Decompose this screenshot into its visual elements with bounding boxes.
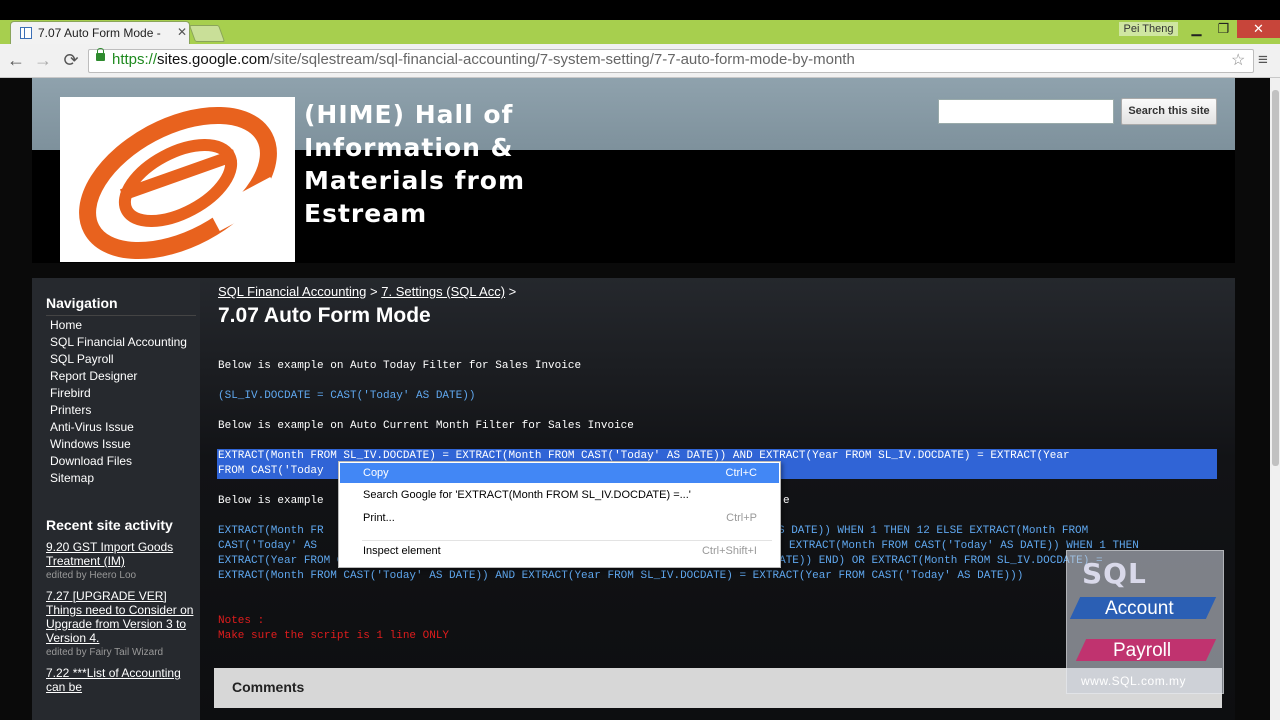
nav-item-report-designer[interactable]: Report Designer	[50, 369, 190, 383]
context-menu-inspect[interactable]: Inspect element Ctrl+Shift+I	[340, 541, 779, 561]
menu-item-shortcut: Ctrl+P	[726, 512, 757, 524]
browser-menu-icon[interactable]: ≡	[1258, 50, 1268, 70]
back-icon[interactable]: ←	[5, 50, 27, 70]
nav-item-firebird[interactable]: Firebird	[50, 386, 190, 400]
comments-heading[interactable]: Comments	[232, 679, 304, 695]
nav-item-download-files[interactable]: Download Files	[50, 454, 190, 468]
user-profile-badge[interactable]: Pei Theng	[1119, 22, 1178, 36]
context-menu-copy[interactable]: Copy Ctrl+C	[340, 463, 779, 483]
nav-item-home[interactable]: Home	[50, 318, 190, 332]
watermark-url: www.SQL.com.my	[1081, 674, 1187, 688]
code-snippet: CAST('Today' AS	[218, 540, 318, 552]
selected-code-snippet: FROM CAST('Today	[218, 465, 324, 477]
menu-item-label: Inspect element	[363, 545, 441, 557]
tab-title: 7.07 Auto Form Mode - (H	[38, 26, 163, 40]
nav-item-printers[interactable]: Printers	[50, 403, 190, 417]
restore-icon[interactable]: ❐	[1210, 20, 1237, 38]
code-snippet: (SL_IV.DOCDATE = CAST('Today' AS DATE))	[218, 390, 476, 402]
recent-activity-editor: edited by Heero Loo	[46, 570, 137, 581]
minimize-icon[interactable]: ▁	[1183, 20, 1210, 38]
example-text: Below is example on Auto Today Filter fo…	[218, 360, 582, 372]
recent-activity-link[interactable]: 9.20 GST Import Goods Treatment (IM)	[46, 540, 196, 568]
context-menu: Copy Ctrl+C Search Google for 'EXTRACT(M…	[338, 461, 781, 568]
example-text: Below is example	[218, 495, 324, 507]
breadcrumb-separator: >	[370, 284, 378, 299]
estream-logo-icon	[79, 106, 282, 260]
url-scheme: https://	[112, 51, 158, 68]
sql-watermark: SQL Account Payroll www.SQL.com.my	[1066, 550, 1224, 694]
sidebar: Navigation Home SQL Financial Accounting…	[32, 278, 200, 720]
search-site-button[interactable]: Search this site	[1121, 98, 1217, 125]
scrollbar-thumb[interactable]	[1272, 90, 1279, 466]
url-text[interactable]: https://sites.google.com/site/sqlestream…	[112, 51, 855, 68]
navigation-heading: Navigation	[46, 295, 118, 311]
recent-activity-link[interactable]: 7.22 ***List of Accounting can be	[46, 666, 196, 694]
nav-list: Home SQL Financial Accounting SQL Payrol…	[50, 318, 190, 488]
nav-divider	[46, 315, 196, 316]
breadcrumb-separator: >	[508, 284, 517, 299]
context-menu-print[interactable]: Print... Ctrl+P	[340, 508, 779, 528]
notes-label: Notes :	[218, 615, 265, 627]
watermark-account: Account	[1105, 598, 1174, 619]
browser-tab[interactable]: 7.07 Auto Form Mode - (H ✕	[10, 21, 190, 45]
recent-activity-editor: edited by Fairy Tail Wizard	[46, 647, 164, 658]
nav-item-anti-virus[interactable]: Anti-Virus Issue	[50, 420, 190, 434]
code-snippet: S DATE)) WHEN 1 THEN 12 ELSE EXTRACT(Mon…	[778, 525, 1089, 537]
recent-activity-list: 9.20 GST Import Goods Treatment (IM) edi…	[46, 540, 196, 694]
url-host: sites.google.com	[157, 51, 270, 68]
page-title: 7.07 Auto Form Mode	[218, 304, 431, 327]
menu-item-shortcut: Ctrl+C	[725, 467, 757, 479]
recent-activity-link[interactable]: 7.27 [UPGRADE VER] Things need to Consid…	[46, 589, 196, 645]
notes-text: Make sure the script is 1 line ONLY	[218, 630, 450, 642]
reload-icon[interactable]: ⟳	[60, 50, 82, 70]
recent-activity-heading: Recent site activity	[46, 517, 173, 533]
example-text: Below is example on Auto Current Month F…	[218, 420, 634, 432]
context-menu-search-google[interactable]: Search Google for 'EXTRACT(Month FROM SL…	[340, 485, 779, 505]
code-snippet: EXTRACT(Month FROM CAST('Today' AS DATE)…	[218, 570, 1024, 582]
menu-item-label: Search Google for 'EXTRACT(Month FROM SL…	[363, 489, 691, 501]
close-window-icon[interactable]: ✕	[1237, 20, 1280, 38]
nav-item-windows-issue[interactable]: Windows Issue	[50, 437, 190, 451]
menu-item-label: Print...	[363, 512, 395, 524]
bookmark-star-icon[interactable]: ☆	[1231, 50, 1245, 70]
tab-close-icon[interactable]: ✕	[177, 25, 187, 39]
breadcrumb-link[interactable]: SQL Financial Accounting	[218, 284, 366, 299]
breadcrumb-link[interactable]: 7. Settings (SQL Acc)	[381, 284, 505, 299]
site-header: (HIME) Hall of Information & Materials f…	[32, 78, 1235, 263]
watermark-payroll: Payroll	[1113, 640, 1172, 661]
nav-item-sql-payroll[interactable]: SQL Payroll	[50, 352, 190, 366]
site-logo[interactable]	[60, 97, 295, 262]
site-search-input[interactable]	[938, 99, 1114, 124]
nav-item-sql-financial-accounting[interactable]: SQL Financial Accounting	[50, 335, 190, 349]
breadcrumb: SQL Financial Accounting > 7. Settings (…	[218, 284, 516, 299]
page-icon	[20, 27, 32, 39]
lock-icon	[96, 48, 105, 61]
menu-item-label: Copy	[363, 467, 389, 479]
new-tab-button[interactable]	[188, 25, 226, 42]
url-path: /site/sqlestream/sql-financial-accountin…	[269, 51, 855, 68]
nav-item-sitemap[interactable]: Sitemap	[50, 471, 190, 485]
site-title[interactable]: (HIME) Hall of Information & Materials f…	[304, 98, 544, 230]
watermark-brand: SQL	[1082, 557, 1147, 590]
forward-icon[interactable]: →	[32, 50, 54, 70]
example-text: e	[783, 495, 790, 507]
code-snippet: EXTRACT(Month FR	[218, 525, 324, 537]
menu-item-shortcut: Ctrl+Shift+I	[701, 545, 757, 557]
